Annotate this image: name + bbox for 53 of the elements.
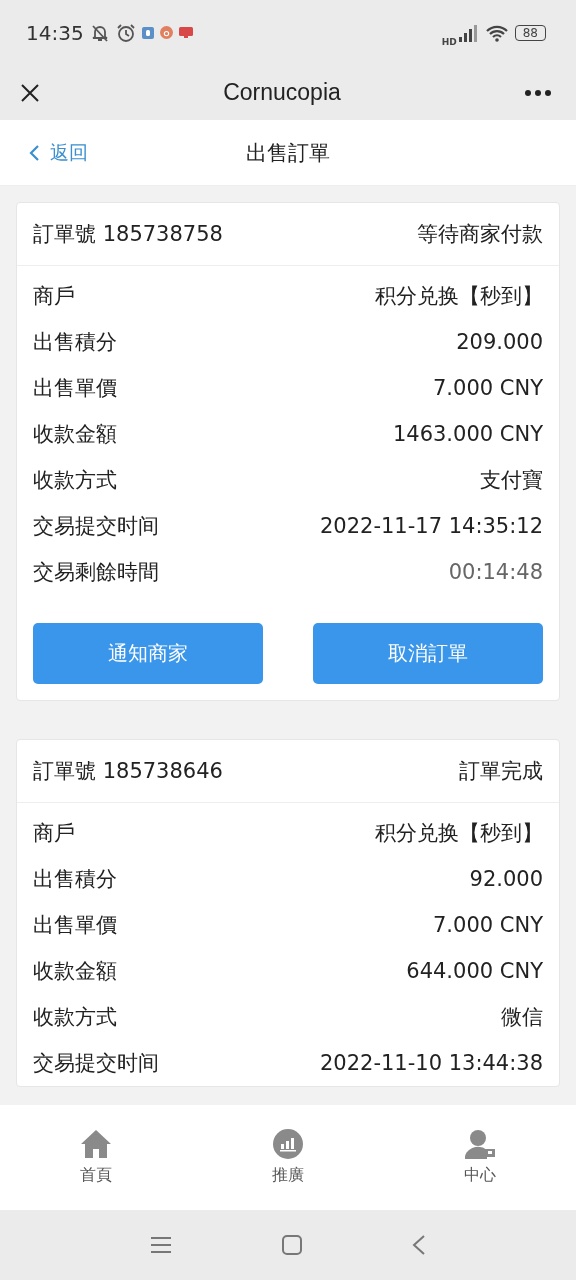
field-label: 收款金額 <box>33 421 117 448</box>
field-label: 出售積分 <box>33 329 117 356</box>
field-label: 商戶 <box>33 820 75 847</box>
field-label: 出售積分 <box>33 866 117 893</box>
app-icon <box>141 26 154 39</box>
app-title: Cornucopia <box>223 79 341 106</box>
field-label: 出售單價 <box>33 912 117 939</box>
tab-item[interactable]: 中心 <box>420 1128 540 1187</box>
order-status: 訂單完成 <box>459 758 543 785</box>
field-label: 收款方式 <box>33 1004 117 1031</box>
field-value: 2022-11-17 14:35:12 <box>319 514 543 538</box>
battery-indicator: 88 <box>514 24 546 41</box>
field-value: 7.000 CNY <box>433 913 543 937</box>
home-icon <box>80 1129 112 1159</box>
field-label: 交易剩餘時間 <box>33 559 159 586</box>
chart-icon <box>273 1129 303 1159</box>
field-value: 92.000 <box>469 867 543 891</box>
field-label: 商戶 <box>33 283 75 310</box>
field-value: 积分兑换【秒到】 <box>375 283 543 310</box>
field-label: 收款方式 <box>33 467 117 494</box>
field-value: 644.000 CNY <box>406 959 543 983</box>
chevron-left-icon <box>28 143 40 162</box>
order-number: 訂單號 185738646 <box>33 758 223 785</box>
field-value: 积分兑换【秒到】 <box>375 820 543 847</box>
field-label: 交易提交时间 <box>33 1050 159 1077</box>
close-icon[interactable] <box>20 82 40 103</box>
field-value: 2022-11-10 13:44:38 <box>319 1051 543 1075</box>
field-value: 微信 <box>501 1004 543 1031</box>
app-icon <box>159 26 173 39</box>
menu-icon[interactable] <box>150 1236 172 1254</box>
tab-item[interactable]: 首頁 <box>36 1128 156 1187</box>
alarm-icon <box>115 22 136 43</box>
field-label: 出售單價 <box>33 375 117 402</box>
field-value: 00:14:48 <box>448 560 543 584</box>
field-label: 收款金額 <box>33 958 117 985</box>
order-number: 訂單號 185738758 <box>33 221 223 248</box>
more-icon[interactable] <box>524 88 552 97</box>
signal-icon <box>458 23 479 42</box>
page-title: 出售訂單 <box>246 139 330 167</box>
app-icon <box>178 26 193 39</box>
field-value: 209.000 <box>456 330 543 354</box>
field-value: 支付寶 <box>480 467 543 494</box>
field-label: 交易提交时间 <box>33 513 159 540</box>
tab-item[interactable]: 推廣 <box>228 1128 348 1187</box>
wifi-icon <box>484 23 509 42</box>
back-icon[interactable] <box>412 1235 426 1255</box>
user-icon <box>465 1129 495 1159</box>
order-status: 等待商家付款 <box>417 221 543 248</box>
status-time: 14:35 <box>26 20 84 45</box>
network-label: HD <box>441 36 457 47</box>
field-value: 1463.000 CNY <box>392 422 543 446</box>
field-value: 7.000 CNY <box>433 376 543 400</box>
home-square-icon[interactable] <box>282 1235 302 1255</box>
